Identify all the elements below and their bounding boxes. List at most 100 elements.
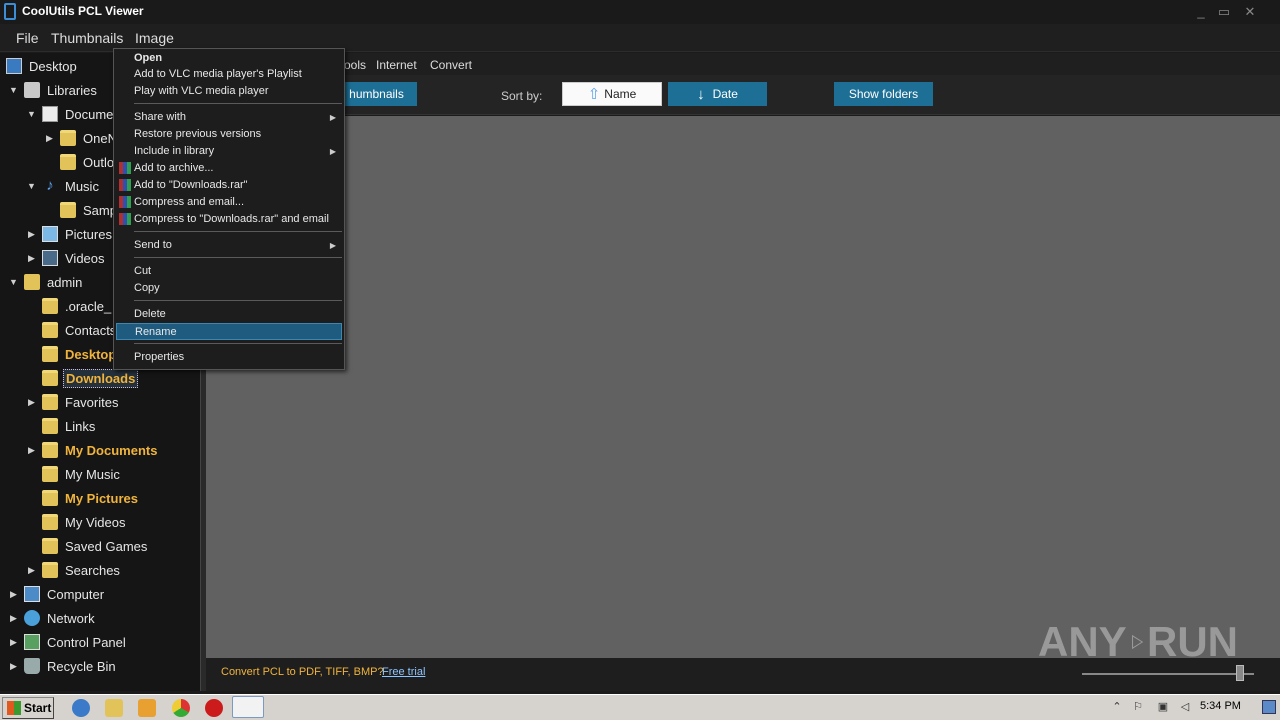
expand-arrow-icon[interactable]: ▼ (9, 277, 19, 287)
desktop-icon (6, 58, 22, 74)
sort-date-button[interactable]: ↓ Date (668, 82, 767, 106)
tree-item-oracle[interactable]: .oracle_ (42, 295, 113, 317)
ctx-send-to[interactable]: Send to ▶ (116, 237, 342, 254)
network-tray-icon[interactable]: ▣ (1156, 700, 1170, 714)
tree-item-saved-games[interactable]: Saved Games (42, 535, 149, 557)
expand-arrow-icon[interactable]: ▼ (27, 109, 37, 119)
ie-icon[interactable] (72, 699, 90, 717)
flag-icon[interactable]: ⚐ (1131, 700, 1145, 714)
tree-item-control-panel[interactable]: ▶ Control Panel (10, 631, 128, 653)
tree-item-admin[interactable]: ▼ admin (9, 271, 84, 293)
tree-item-documents[interactable]: ▼ Docume (27, 103, 115, 125)
expand-arrow-icon[interactable]: ▼ (9, 85, 19, 95)
menu-image[interactable]: Image (135, 30, 174, 46)
ctx-include-library[interactable]: Include in library ▶ (116, 143, 342, 160)
ctx-open[interactable]: Open (116, 50, 342, 67)
tree-item-music[interactable]: ▼ ♪ Music (27, 175, 101, 197)
tab-convert[interactable]: Convert (430, 58, 472, 72)
menu-file[interactable]: File (16, 30, 39, 46)
explorer-icon[interactable] (105, 699, 123, 717)
collapse-arrow-icon[interactable]: ▶ (10, 637, 20, 647)
clock[interactable]: 5:34 PM (1200, 700, 1241, 712)
tree-item-my-documents[interactable]: ▶ My Documents (28, 439, 159, 461)
menu-thumbnails[interactable]: Thumbnails (51, 30, 123, 46)
menu-separator (134, 300, 342, 301)
collapse-arrow-icon[interactable]: ▶ (10, 661, 20, 671)
ctx-share-with[interactable]: Share with ▶ (116, 109, 342, 126)
pcl-viewer-task-icon[interactable] (232, 696, 264, 718)
ctx-delete[interactable]: Delete (116, 306, 342, 323)
thumbnail-area[interactable] (206, 116, 1280, 658)
opera-icon[interactable] (205, 699, 223, 717)
tree-label: Music (65, 178, 99, 194)
minimize-button[interactable]: _ (1189, 2, 1213, 22)
tree-item-downloads[interactable]: Downloads (42, 367, 139, 389)
tree-label: Downloads (63, 368, 139, 388)
tree-item-sample[interactable]: Samp (60, 199, 119, 221)
zoom-slider-track[interactable] (1082, 673, 1254, 675)
tree-label: Contacts (65, 322, 117, 338)
show-folders-button[interactable]: Show folders (834, 82, 933, 106)
thumbnails-button[interactable]: humbnails (336, 82, 417, 106)
show-desktop-icon[interactable] (1262, 700, 1276, 714)
media-player-icon[interactable] (138, 699, 156, 717)
ctx-properties[interactable]: Properties (116, 349, 342, 366)
free-trial-link[interactable]: Free trial (382, 666, 425, 678)
tree-item-my-pictures[interactable]: My Pictures (42, 487, 140, 509)
collapse-arrow-icon[interactable]: ▶ (28, 565, 38, 575)
collapse-arrow-icon[interactable]: ▶ (28, 445, 38, 455)
tree-item-contacts[interactable]: Contacts (42, 319, 118, 341)
start-button[interactable]: Start (2, 697, 54, 719)
folder-icon (42, 490, 58, 506)
show-hidden-icons-icon[interactable]: ⌃ (1110, 700, 1124, 714)
tree-item-videos[interactable]: ▶ Videos (28, 247, 107, 269)
tree-item-desktop[interactable]: Desktop (6, 55, 79, 77)
ctx-add-archive[interactable]: Add to archive... (116, 160, 342, 177)
tree-item-links[interactable]: Links (42, 415, 97, 437)
collapse-arrow-icon[interactable]: ▶ (10, 589, 20, 599)
ctx-restore[interactable]: Restore previous versions (116, 126, 342, 143)
ctx-vlc-playlist[interactable]: Add to VLC media player's Playlist (116, 66, 342, 83)
sort-name-button[interactable]: ⇧ Name (562, 82, 662, 106)
ctx-compress-email-label: Compress and email... (134, 196, 245, 208)
tree-item-computer[interactable]: ▶ Computer (10, 583, 106, 605)
ctx-compress-email[interactable]: Compress and email... (116, 194, 342, 211)
tree-item-searches[interactable]: ▶ Searches (28, 559, 122, 581)
ctx-vlc-play[interactable]: Play with VLC media player (116, 83, 342, 100)
ctx-add-rar[interactable]: Add to "Downloads.rar" (116, 177, 342, 194)
tree-item-outlook[interactable]: Outlo (60, 151, 116, 173)
ctx-rename[interactable]: Rename (116, 323, 342, 340)
tree-item-pictures[interactable]: ▶ Pictures (28, 223, 114, 245)
folder-icon (60, 202, 76, 218)
documents-icon (42, 106, 58, 122)
ctx-compress-rar-email[interactable]: Compress to "Downloads.rar" and email (116, 211, 342, 228)
tree-label: Docume (65, 106, 114, 122)
maximize-button[interactable]: ▭ (1212, 2, 1236, 22)
expand-arrow-icon[interactable]: ▼ (27, 181, 37, 191)
collapse-arrow-icon[interactable]: ▶ (10, 613, 20, 623)
zoom-slider-thumb[interactable] (1236, 665, 1244, 681)
tab-internet[interactable]: Internet (376, 58, 417, 72)
tree-item-onenote[interactable]: ▶ OneN (46, 127, 119, 149)
ctx-copy[interactable]: Copy (116, 280, 342, 297)
close-button[interactable]: ✕ (1238, 2, 1262, 22)
collapse-arrow-icon[interactable]: ▶ (28, 397, 38, 407)
sort-name-label: Name (604, 87, 637, 101)
tab-tools[interactable]: ools (344, 58, 366, 72)
collapse-arrow-icon[interactable]: ▶ (28, 253, 38, 263)
tree-item-recycle-bin[interactable]: ▶ Recycle Bin (10, 655, 118, 677)
chrome-icon[interactable] (172, 699, 190, 717)
computer-icon (24, 586, 40, 602)
collapse-arrow-icon[interactable]: ▶ (46, 133, 56, 143)
tree-item-desktop-user[interactable]: Desktop (42, 343, 118, 365)
winrar-icon (119, 179, 131, 191)
tree-item-network[interactable]: ▶ Network (10, 607, 97, 629)
tree-label: My Videos (65, 514, 126, 530)
ctx-cut[interactable]: Cut (116, 263, 342, 280)
collapse-arrow-icon[interactable]: ▶ (28, 229, 38, 239)
tree-item-libraries[interactable]: ▼ Libraries (9, 79, 99, 101)
volume-icon[interactable]: ◁ (1178, 700, 1192, 714)
tree-item-my-videos[interactable]: My Videos (42, 511, 127, 533)
tree-item-my-music[interactable]: My Music (42, 463, 122, 485)
tree-item-favorites[interactable]: ▶ Favorites (28, 391, 120, 413)
